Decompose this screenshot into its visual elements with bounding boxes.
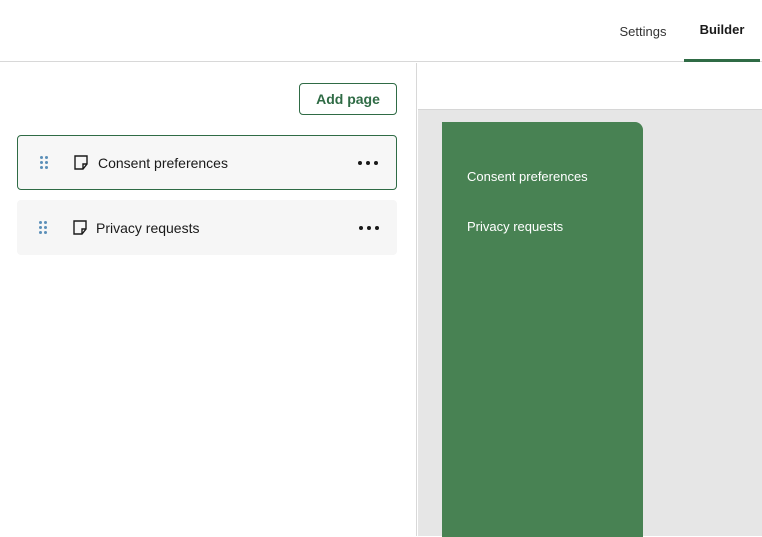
preview-nav-link-consent-preferences[interactable]: Consent preferences xyxy=(467,169,588,184)
page-item-label: Consent preferences xyxy=(98,154,228,171)
pages-panel: Add page Consent preferences Privacy req… xyxy=(0,63,417,536)
preview-nav-link-privacy-requests[interactable]: Privacy requests xyxy=(467,219,563,234)
drag-handle-icon[interactable] xyxy=(38,155,50,171)
tab-settings[interactable]: Settings xyxy=(606,0,680,62)
page-icon xyxy=(74,155,88,170)
add-page-button[interactable]: Add page xyxy=(299,83,397,115)
page-item-consent-preferences[interactable]: Consent preferences xyxy=(17,135,397,190)
page-icon xyxy=(73,220,87,235)
preview-canvas: Consent preferences Privacy requests xyxy=(418,109,762,537)
page-item-privacy-requests[interactable]: Privacy requests xyxy=(17,200,397,255)
more-options-icon[interactable] xyxy=(358,153,378,173)
tab-builder[interactable]: Builder xyxy=(684,0,760,62)
more-options-icon[interactable] xyxy=(359,218,379,238)
top-bar: Settings Builder xyxy=(0,0,762,62)
page-item-label: Privacy requests xyxy=(96,219,200,236)
preview-pane: Consent preferences Privacy requests xyxy=(418,63,762,537)
preview-nav-panel: Consent preferences Privacy requests xyxy=(442,122,643,537)
drag-handle-icon[interactable] xyxy=(37,220,49,236)
